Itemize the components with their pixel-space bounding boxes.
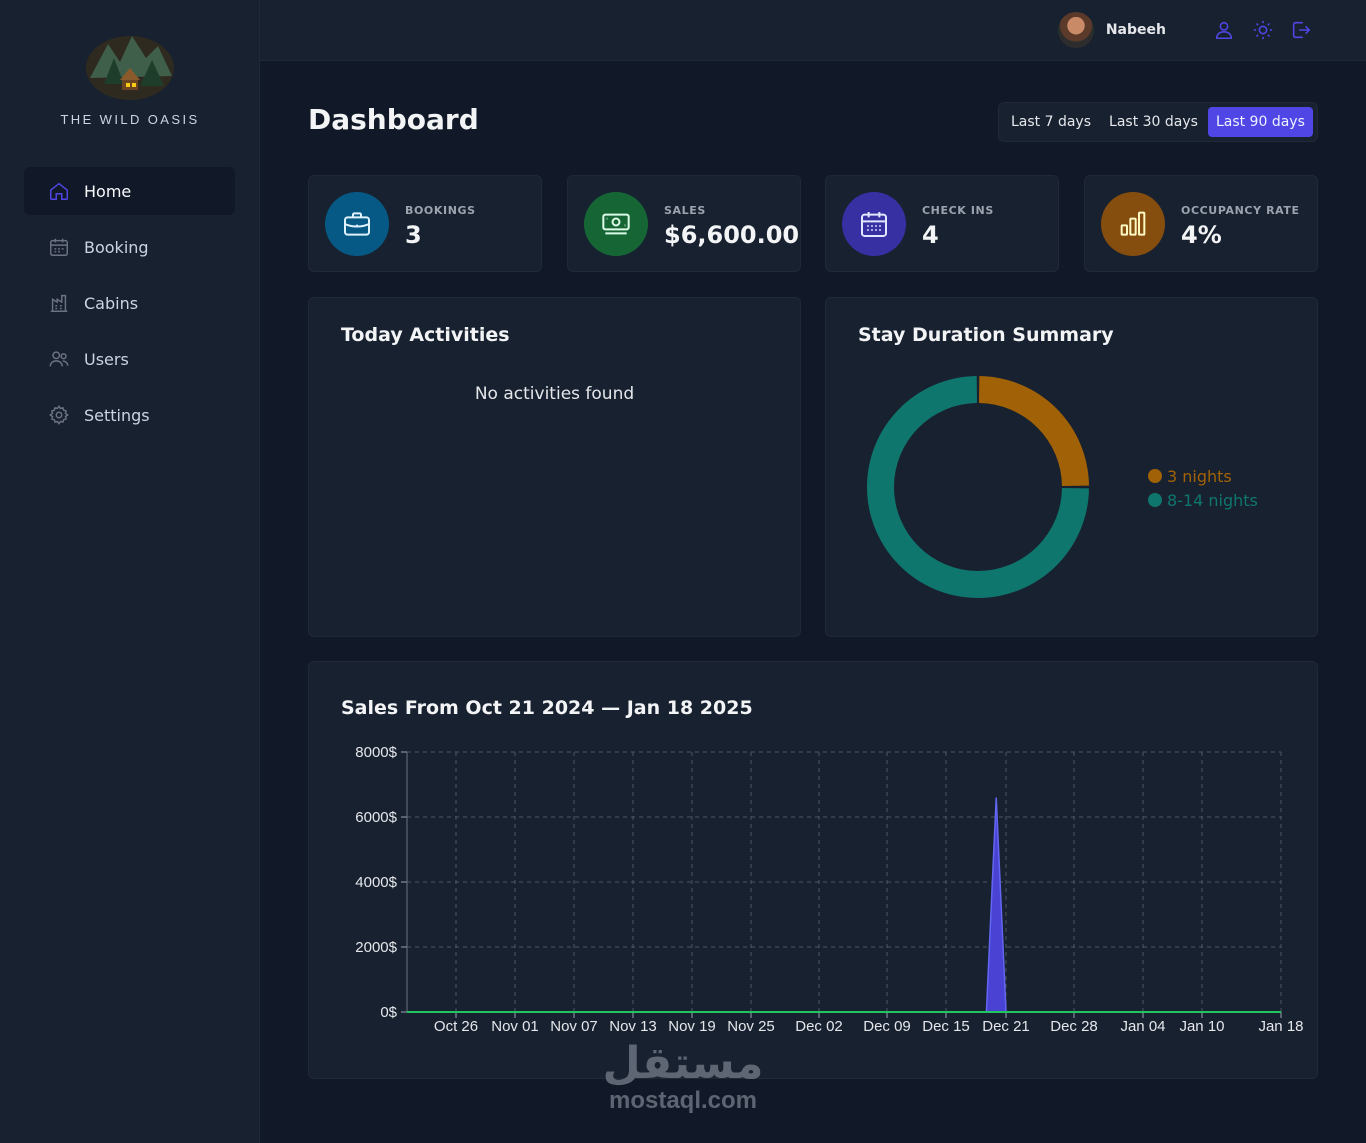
donut-legend: 3 nights 8-14 nights xyxy=(1148,464,1258,512)
stat-card-bookings: BOOKINGS 3 xyxy=(308,175,542,272)
stat-card-occupancy-rate: OCCUPANCY RATE 4% xyxy=(1084,175,1318,272)
x-tick-label: Dec 15 xyxy=(922,1018,970,1035)
logout-icon xyxy=(1292,21,1311,39)
legend-label: 3 nights xyxy=(1167,466,1232,486)
x-tick-label: Dec 21 xyxy=(982,1018,1030,1035)
stat-card-check-ins: CHECK INS 4 xyxy=(825,175,1059,272)
sidebar-item-label: Home xyxy=(84,181,132,201)
legend-item: 3 nights xyxy=(1148,464,1258,488)
x-tick-label: Nov 13 xyxy=(609,1018,657,1035)
calendar-icon xyxy=(48,236,70,258)
sidebar-item-cabins[interactable]: Cabins xyxy=(24,279,235,327)
today-activities-title: Today Activities xyxy=(341,324,510,346)
sidebar-item-settings[interactable]: Settings xyxy=(24,391,235,439)
sidebar-item-label: Users xyxy=(84,349,129,369)
date-range-filter: Last 7 days Last 30 days Last 90 days xyxy=(998,102,1318,142)
sidebar-item-label: Booking xyxy=(84,237,149,257)
sales-area-chart: 0$ 2000$ 4000$ 6000$ 8000$ Oct 26 Nov 01 Nov 07… xyxy=(355,744,1303,1035)
y-tick-label: 0$ xyxy=(380,1004,397,1021)
stat-label: OCCUPANCY RATE xyxy=(1181,204,1300,217)
stat-value: $6,600.00 xyxy=(664,221,800,249)
x-tick-label: Jan 10 xyxy=(1179,1018,1224,1035)
x-tick-label: Dec 28 xyxy=(1050,1018,1098,1035)
x-tick-label: Oct 26 xyxy=(434,1018,478,1035)
x-tick-label: Nov 19 xyxy=(668,1018,716,1035)
legend-dot xyxy=(1148,493,1162,507)
filter-last-90-days[interactable]: Last 90 days xyxy=(1207,107,1313,137)
stat-label: BOOKINGS xyxy=(405,204,476,217)
top-header: Nabeeh xyxy=(260,0,1366,61)
legend-item: 8-14 nights xyxy=(1148,488,1258,512)
user-info[interactable]: Nabeeh xyxy=(1057,12,1166,48)
logout-button[interactable] xyxy=(1290,19,1312,41)
page-title: Dashboard xyxy=(308,103,479,136)
y-tick-label: 6000$ xyxy=(355,809,397,826)
legend-dot xyxy=(1148,469,1162,483)
sidebar-item-booking[interactable]: Booking xyxy=(24,223,235,271)
account-button[interactable] xyxy=(1213,19,1235,41)
user-name: Nabeeh xyxy=(1105,22,1166,38)
calendar-days-icon xyxy=(842,192,906,256)
empty-activities-message: No activities found xyxy=(474,384,635,404)
sidebar: THE WILD OASIS Home Booking Cabins Users xyxy=(0,0,260,1143)
x-tick-label: Dec 09 xyxy=(863,1018,911,1035)
stat-value: 4% xyxy=(1181,221,1222,249)
brand-name: THE WILD OASIS xyxy=(60,112,200,127)
stat-value: 3 xyxy=(405,221,422,249)
theme-toggle-button[interactable] xyxy=(1252,19,1274,41)
watermark-latin: mostaql.com xyxy=(608,1087,758,1114)
today-activities-card: Today Activities No activities found xyxy=(308,297,801,637)
sales-chart-card: Sales From Oct 21 2024 — Jan 18 2025 0$ 2… xyxy=(308,661,1318,1079)
user-icon xyxy=(1215,21,1233,40)
sidebar-item-label: Settings xyxy=(84,405,150,425)
x-tick-label: Nov 25 xyxy=(727,1018,775,1035)
x-tick-label: Jan 18 xyxy=(1258,1018,1303,1035)
logo-image xyxy=(86,36,174,100)
x-tick-label: Dec 02 xyxy=(795,1018,843,1035)
avatar xyxy=(1057,12,1094,48)
legend-label: 8-14 nights xyxy=(1167,490,1258,510)
watermark: مستقل mostaql.com xyxy=(598,1040,768,1114)
y-tick-label: 4000$ xyxy=(355,874,397,891)
chart-bar-icon xyxy=(1101,192,1165,256)
briefcase-icon xyxy=(325,192,389,256)
users-icon xyxy=(48,348,70,370)
donut-slice[interactable] xyxy=(979,376,1089,486)
x-tick-label: Jan 04 xyxy=(1120,1018,1165,1035)
gear-icon xyxy=(48,404,70,426)
sidebar-item-home[interactable]: Home xyxy=(24,167,235,215)
stat-label: SALES xyxy=(664,204,706,217)
stat-card-sales: SALES $6,600.00 xyxy=(567,175,801,272)
stat-label: CHECK INS xyxy=(922,204,994,217)
stay-duration-card: Stay Duration Summary 3 nights 8-14 night… xyxy=(825,297,1318,637)
sidebar-item-users[interactable]: Users xyxy=(24,335,235,383)
main-nav: Home Booking Cabins Users Settings xyxy=(24,167,235,447)
cabins-icon xyxy=(48,292,70,314)
x-tick-label: Nov 07 xyxy=(550,1018,598,1035)
banknotes-icon xyxy=(584,192,648,256)
y-tick-label: 2000$ xyxy=(355,939,397,956)
sales-area[interactable] xyxy=(976,797,1016,1013)
filter-last-30-days[interactable]: Last 30 days xyxy=(1101,107,1206,137)
logo[interactable]: THE WILD OASIS xyxy=(0,28,260,127)
home-icon xyxy=(48,180,70,202)
x-tick-label: Nov 01 xyxy=(491,1018,539,1035)
watermark-arabic: مستقل xyxy=(602,1038,764,1089)
stat-value: 4 xyxy=(922,221,939,249)
filter-last-7-days[interactable]: Last 7 days xyxy=(1003,107,1099,137)
sidebar-item-label: Cabins xyxy=(84,293,139,313)
sun-icon xyxy=(1253,20,1273,40)
y-tick-label: 8000$ xyxy=(355,744,397,761)
